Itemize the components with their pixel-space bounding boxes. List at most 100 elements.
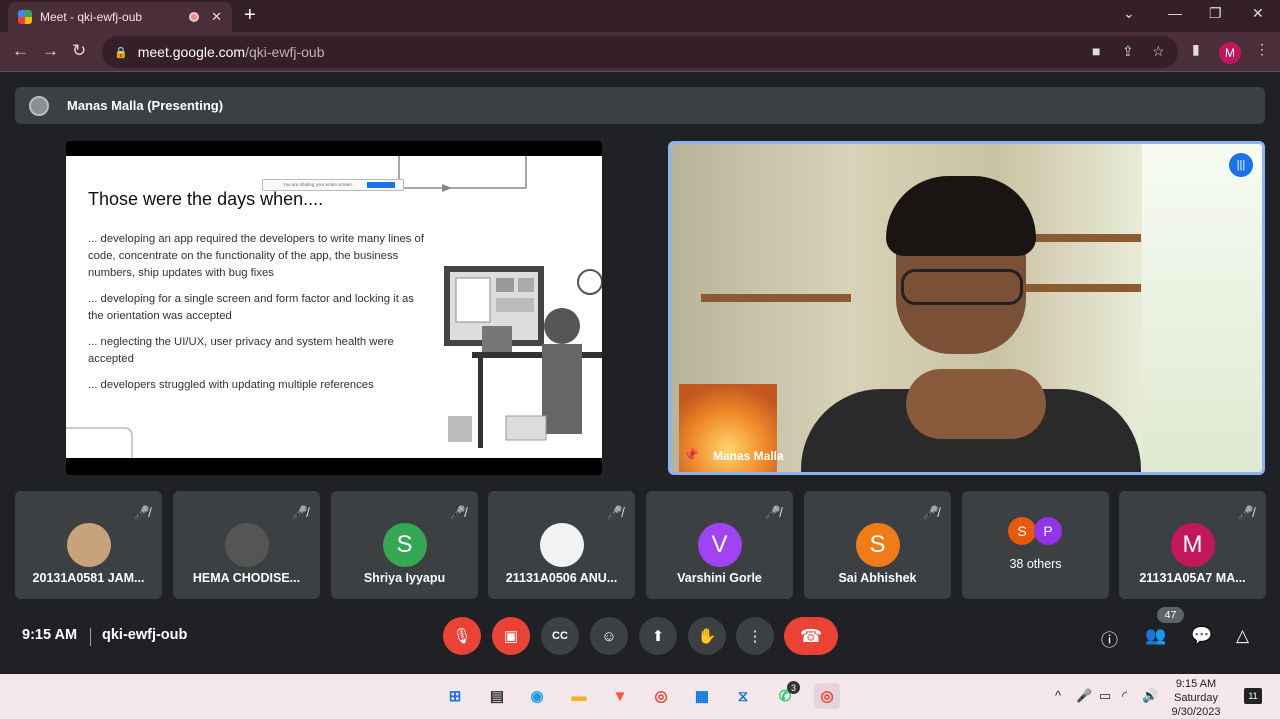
muted-mic-icon: 🎤̸ — [1237, 505, 1254, 520]
close-window-button[interactable]: ✕ — [1252, 5, 1264, 22]
edge-icon[interactable]: ◉ — [524, 683, 550, 709]
tray-expand-icon[interactable]: ^ — [1055, 688, 1061, 703]
participant-tile[interactable]: 🎤̸ S Shriya Iyyapu — [331, 491, 478, 599]
meet-favicon-icon — [18, 10, 32, 24]
participant-name: 21131A05A7 MA... — [1139, 571, 1246, 585]
participant-avatar: S — [855, 523, 900, 567]
battery-icon[interactable]: ▭ — [1099, 688, 1111, 704]
reload-button[interactable]: ↻ — [72, 41, 86, 61]
chrome-icon[interactable]: ◎ — [648, 683, 674, 709]
participant-photo — [66, 523, 111, 567]
presenter-video-tile[interactable]: 📌 Manas Malla ||| — [668, 141, 1265, 475]
divider — [90, 628, 91, 646]
screen-share-view[interactable]: You are sharing your entire screen. Thos… — [66, 141, 602, 475]
participant-tile[interactable]: 🎤̸ S Sai Abhishek — [804, 491, 951, 599]
windows-taskbar: ⊞ ▤ ◉ ▬ ▼ ◎ ▦ ⧖ ✆ 3 ◎ ^ 🎤 ▭ ◜ 🔊 9:15 AM … — [0, 674, 1280, 719]
participant-tile[interactable]: 🎤̸ 20131A0581 JAM... — [15, 491, 162, 599]
participant-photo — [224, 523, 269, 567]
vscode-icon[interactable]: ⧖ — [730, 683, 756, 709]
others-avatar: S — [1008, 517, 1036, 545]
more-options-button[interactable]: ⋮ — [736, 617, 774, 655]
raise-hand-button[interactable]: ✋ — [688, 617, 726, 655]
activities-icon[interactable]: △ — [1236, 626, 1249, 646]
reactions-button[interactable]: ☺ — [590, 617, 628, 655]
wifi-icon[interactable]: ◜ — [1122, 688, 1127, 704]
camera-toggle-button[interactable]: ▣ — [492, 617, 530, 655]
others-avatar: P — [1034, 517, 1062, 545]
leave-call-button[interactable]: ☎ — [784, 617, 838, 655]
emoji-icon: ☺ — [601, 627, 617, 645]
notification-center-icon[interactable]: 11 — [1244, 688, 1262, 704]
presenting-label: Manas Malla (Presenting) — [67, 98, 224, 113]
participant-name: Varshini Gorle — [677, 571, 762, 585]
others-tile[interactable]: S P 38 others — [962, 491, 1109, 599]
presenter-glasses — [901, 269, 1023, 305]
file-explorer-icon[interactable]: ▬ — [566, 683, 592, 709]
meeting-code: qki-ewfj-oub — [102, 627, 188, 643]
people-icon[interactable]: 👥 — [1145, 626, 1166, 646]
video-name-label: Manas Malla — [713, 449, 784, 463]
store-icon[interactable]: ▦ — [689, 683, 715, 709]
lock-icon: 🔒 — [114, 46, 128, 59]
meeting-time: 9:15 AM — [22, 627, 78, 643]
others-count: 38 others — [1009, 557, 1062, 571]
presenter-hair — [886, 176, 1036, 256]
taskbar-clock[interactable]: 9:15 AM Saturday 9/30/2023 — [1164, 677, 1228, 719]
slide-bullet: ... developers struggled with updating m… — [88, 379, 374, 391]
mic-toggle-button[interactable]: 🎙 — [443, 617, 481, 655]
participant-avatar: S — [382, 523, 427, 567]
developer-desk-illustration — [444, 266, 602, 448]
slide-connector-lines — [398, 156, 527, 192]
background-window — [1142, 144, 1262, 472]
participant-name: Sai Abhishek — [838, 571, 917, 585]
tab-title: Meet - qki-ewfj-oub — [40, 10, 143, 24]
chat-icon[interactable]: 💬 — [1191, 626, 1212, 646]
browser-menu-icon[interactable]: ⋮ — [1255, 41, 1269, 58]
stop-sharing-button[interactable] — [367, 182, 395, 188]
participant-tile[interactable]: 🎤̸ M 21131A05A7 MA... — [1119, 491, 1266, 599]
brave-icon[interactable]: ▼ — [607, 683, 633, 709]
share-icon[interactable]: ⇪ — [1122, 43, 1134, 60]
participant-name: HEMA CHODISE... — [192, 571, 301, 585]
muted-mic-icon: 🎤̸ — [764, 505, 781, 520]
muted-mic-icon: 🎤̸ — [291, 505, 308, 520]
slide-corner-decoration — [66, 427, 133, 458]
start-menu-icon[interactable]: ⊞ — [442, 683, 468, 709]
muted-mic-icon: 🎤̸ — [449, 505, 466, 520]
maximize-button[interactable]: ❐ — [1209, 5, 1222, 22]
notification-count: 11 — [1248, 691, 1258, 701]
back-button[interactable]: ← — [12, 41, 29, 61]
notepad-icon[interactable]: ▤ — [484, 683, 510, 709]
new-tab-button[interactable]: + — [244, 4, 256, 27]
profile-avatar[interactable]: M — [1219, 42, 1241, 64]
share-notice-text: You are sharing your entire screen. — [283, 182, 353, 187]
present-screen-icon: ⬆ — [651, 628, 665, 645]
chrome-active-icon[interactable]: ◎ — [814, 683, 840, 709]
volume-icon[interactable]: 🔊 — [1142, 688, 1158, 704]
participant-name: Shriya Iyyapu — [363, 571, 446, 585]
participant-tile[interactable]: 🎤̸ V Varshini Gorle — [646, 491, 793, 599]
tab-search-icon[interactable]: ⌄ — [1123, 5, 1135, 22]
participant-avatar: V — [697, 523, 742, 567]
close-tab-icon[interactable]: ✕ — [211, 9, 222, 25]
forward-button[interactable]: → — [42, 41, 59, 61]
url-bar[interactable]: 🔒 meet.google.com /qki-ewfj-oub ■ ⇪ ☆ — [102, 36, 1178, 68]
presenting-banner: Manas Malla (Presenting) — [15, 87, 1265, 124]
participant-name: 21131A0506 ANU... — [505, 571, 618, 585]
present-button[interactable]: ⬆ — [639, 617, 677, 655]
whatsapp-badge: 3 — [787, 681, 800, 694]
bookmark-star-icon[interactable]: ☆ — [1152, 43, 1165, 60]
minimize-button[interactable]: — — [1168, 5, 1182, 21]
participant-tile[interactable]: 🎤̸ 21131A0506 ANU... — [488, 491, 635, 599]
camera-permission-icon[interactable]: ■ — [1092, 43, 1100, 59]
pin-icon[interactable]: 📌 — [683, 447, 699, 463]
slide-bullet: ... developing for a single screen and f… — [88, 293, 414, 322]
url-path: /qki-ewfj-oub — [245, 44, 325, 60]
side-panel-icon[interactable]: ▮ — [1192, 41, 1200, 58]
tab-meet[interactable]: Meet - qki-ewfj-oub ✕ — [8, 2, 232, 32]
microphone-icon[interactable]: 🎤 — [1076, 688, 1092, 704]
hang-up-icon: ☎ — [799, 625, 823, 646]
captions-button[interactable]: CC — [541, 617, 579, 655]
participant-tile[interactable]: 🎤̸ HEMA CHODISE... — [173, 491, 320, 599]
meeting-details-icon[interactable]: ⓘ — [1101, 626, 1118, 651]
